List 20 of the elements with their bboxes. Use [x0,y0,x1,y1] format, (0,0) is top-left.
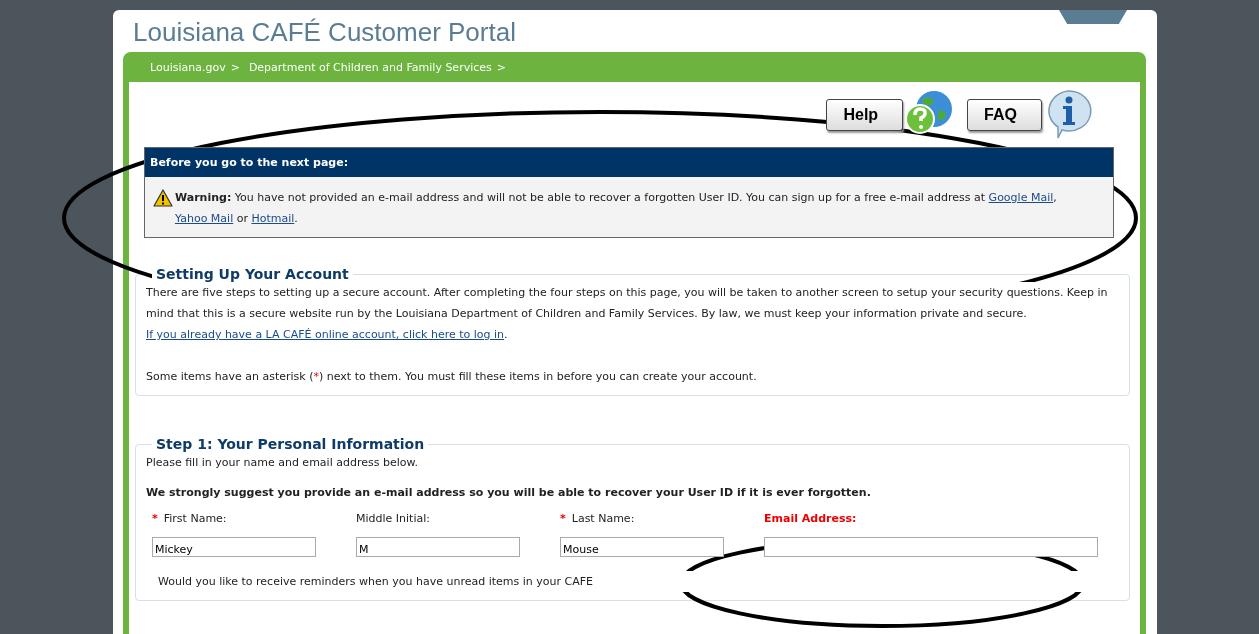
email-provider-link[interactable]: Yahoo Mail [175,212,234,225]
field-label: Email Address: [764,512,857,525]
faq-button[interactable]: FAQ [967,99,1042,131]
field-label: First Name: [163,512,227,525]
input-field[interactable]: M [356,537,520,557]
field-label: Middle Initial: [356,512,430,525]
portal-title: Louisiana CAFÉ Customer Portal [132,16,516,49]
warning-heading: Before you go to the next page: [145,148,1113,177]
field-label: Last Name: [571,512,635,525]
warning-icon [153,189,173,207]
input-field[interactable]: Mouse [560,537,724,557]
help-button[interactable]: Help [826,99,904,131]
required-asterisk: * [560,512,566,525]
input-field[interactable]: Mickey [152,537,316,557]
required-asterisk: * [152,512,158,525]
input-field[interactable] [764,537,1098,557]
breadcrumb-separator: > [496,60,506,74]
breadcrumb-separator: > [230,60,240,74]
warning-message: Warning: You have not provided an e-mail address and will not be able to recover a forgotten User ID. You can sign up for a free e-mail address at Google Mail, Yahoo Mail or Hotmail. [175,190,1058,227]
login-link[interactable]: If you already have a LA CAFÉ online account, click here to log in [146,328,505,341]
